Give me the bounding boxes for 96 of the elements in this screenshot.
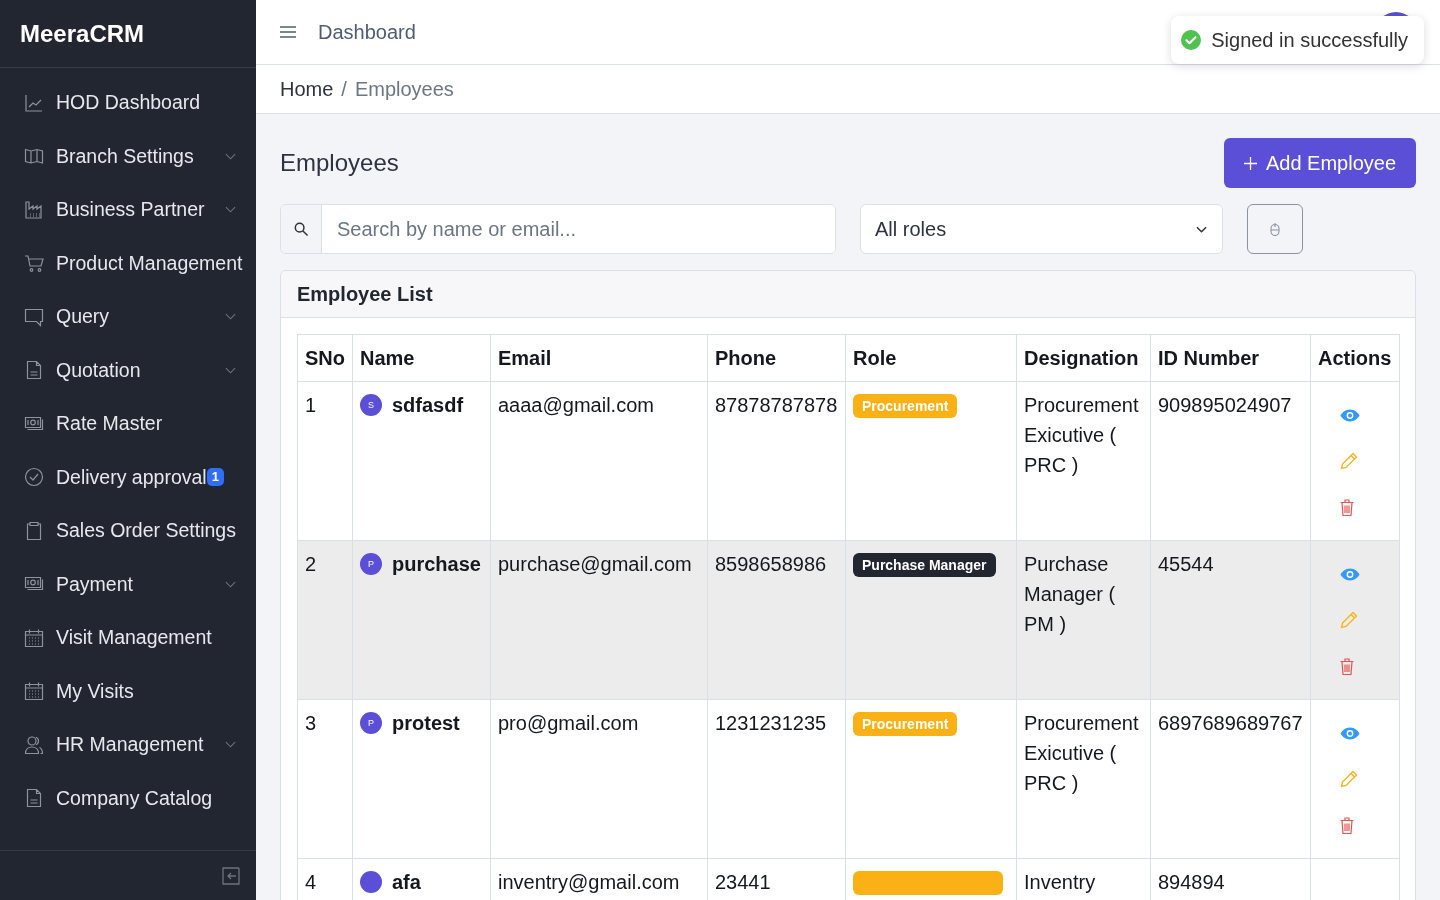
user-avatar: P xyxy=(360,553,382,575)
sidebar-item[interactable]: Company Catalog xyxy=(0,771,256,825)
calendar-icon xyxy=(24,627,44,648)
table-cell: Procurement Exicutive ( PRC ) xyxy=(1016,381,1151,541)
table-cell: 1 xyxy=(297,381,353,541)
table-cell: 45544 xyxy=(1150,540,1311,700)
column-header: SNo xyxy=(297,334,353,382)
brand-logo[interactable]: MeeraCRM xyxy=(20,19,145,48)
search-field[interactable]: Search by name or email... xyxy=(280,204,836,254)
trash-icon[interactable] xyxy=(1340,816,1354,834)
users-icon xyxy=(24,734,44,755)
trash-icon[interactable] xyxy=(1340,657,1354,675)
table-cell: 1231231235 xyxy=(707,699,846,859)
sidebar-item[interactable]: HOD Dashboard xyxy=(0,76,256,130)
page-heading: Employees xyxy=(280,149,399,177)
employee-name: sdfasdf xyxy=(392,393,464,418)
role-select[interactable]: All roles xyxy=(860,204,1223,254)
clipboard-icon xyxy=(24,520,44,541)
count-badge: 1 xyxy=(206,468,224,487)
chevron-down-icon xyxy=(225,152,236,160)
calendar-icon xyxy=(24,681,44,702)
check-circle-icon xyxy=(1181,30,1202,50)
toast-message: Signed in successfully xyxy=(1211,28,1408,52)
document-icon xyxy=(24,360,44,381)
table-cell: Purchase Manager ( PM ) xyxy=(1016,540,1151,700)
pencil-icon[interactable] xyxy=(1340,770,1358,788)
table-cell: pro@gmail.com xyxy=(490,699,708,859)
column-header: Designation xyxy=(1016,334,1151,382)
sidebar-item[interactable]: Query xyxy=(0,290,256,344)
sidebar-item[interactable]: Sales Order Settings xyxy=(0,504,256,558)
breadcrumb-separator: / xyxy=(341,77,347,101)
column-header: Role xyxy=(845,334,1017,382)
eye-icon[interactable] xyxy=(1340,726,1360,740)
search-icon xyxy=(293,221,309,237)
table-cell: 2 xyxy=(297,540,353,700)
table-cell: 4 xyxy=(297,858,353,900)
role-badge: Purchase Manager xyxy=(853,553,996,577)
breadcrumb-current: Employees xyxy=(354,77,454,101)
chevron-down-icon xyxy=(225,741,236,749)
chat-icon xyxy=(24,306,44,327)
user-avatar xyxy=(360,871,382,893)
employee-name: protest xyxy=(392,711,460,736)
mouse-icon xyxy=(1270,222,1280,236)
sidebar-item[interactable]: Business Partner xyxy=(0,183,256,237)
chevron-down-icon xyxy=(225,366,236,374)
add-employee-button[interactable]: Add Employee xyxy=(1223,138,1416,188)
column-header: Phone xyxy=(707,334,846,382)
sidebar-item[interactable]: Payment xyxy=(0,557,256,611)
sidebar-item[interactable]: Quotation xyxy=(0,343,256,397)
trash-icon[interactable] xyxy=(1340,498,1354,516)
cart-icon xyxy=(24,253,44,274)
column-header: Name xyxy=(352,334,491,382)
breadcrumb-link[interactable]: Home xyxy=(280,77,334,101)
chevron-down-icon xyxy=(1196,225,1207,233)
sidebar-item[interactable]: Rate Master xyxy=(0,397,256,451)
document-icon xyxy=(24,788,44,809)
sidebar-item[interactable]: HR Management xyxy=(0,718,256,772)
user-avatar: P xyxy=(360,712,382,734)
sidebar-item[interactable]: Visit Management xyxy=(0,611,256,665)
employee-name: afa xyxy=(392,870,421,895)
factory-icon xyxy=(24,199,44,220)
menu-icon[interactable] xyxy=(280,26,296,38)
table-cell: 909895024907 xyxy=(1150,381,1311,541)
collapse-sidebar-icon[interactable] xyxy=(222,866,240,885)
user-avatar: S xyxy=(360,394,382,416)
chevron-down-icon xyxy=(225,580,236,588)
chart-icon xyxy=(24,92,44,113)
table-cell: Procurement Exicutive ( PRC ) xyxy=(1016,699,1151,859)
sidebar-item[interactable]: Branch Settings xyxy=(0,129,256,183)
sidebar-item[interactable]: Product Management xyxy=(0,236,256,290)
employee-name: purchase xyxy=(392,552,481,577)
column-header: Actions xyxy=(1310,334,1400,382)
eye-icon[interactable] xyxy=(1340,408,1360,422)
sidebar-item[interactable]: Delivery approval 1 xyxy=(0,450,256,504)
card-title: Employee List xyxy=(297,282,433,306)
table-cell: aaaa@gmail.com xyxy=(490,381,708,541)
pencil-icon[interactable] xyxy=(1340,452,1358,470)
table-cell: 8598658986 xyxy=(707,540,846,700)
map-icon xyxy=(24,146,44,167)
table-cell: 3 xyxy=(297,699,353,859)
header-title: Dashboard xyxy=(318,20,416,44)
plus-icon xyxy=(1243,156,1257,170)
column-header: Email xyxy=(490,334,708,382)
sidebar-item[interactable]: My Visits xyxy=(0,664,256,718)
outline-button[interactable] xyxy=(1247,204,1303,254)
pencil-icon[interactable] xyxy=(1340,611,1358,629)
role-badge: Procurement xyxy=(853,712,958,736)
chevron-down-icon xyxy=(225,206,236,214)
column-header: ID Number xyxy=(1150,334,1311,382)
chevron-down-icon xyxy=(225,313,236,321)
eye-icon[interactable] xyxy=(1340,567,1360,581)
table-cell: purchase@gmail.com xyxy=(490,540,708,700)
check-circle-icon xyxy=(24,467,44,488)
table-cell: 87878787878 xyxy=(707,381,846,541)
role-badge: Procurement xyxy=(853,394,958,418)
table-cell: 6897689689767 xyxy=(1150,699,1311,859)
